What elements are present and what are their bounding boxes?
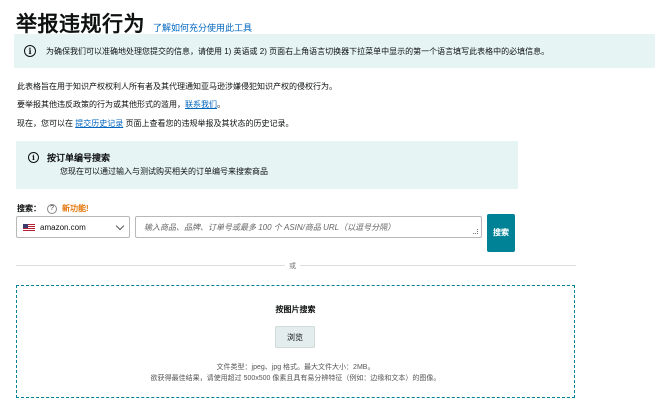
order-search-title: 按订单编号搜索 xyxy=(47,153,111,163)
order-search-box: i 按订单编号搜索 您现在可以通过输入与测试购买相关的订单编号来搜索商品 xyxy=(16,141,518,189)
submission-history-link[interactable]: 提交历史记录 xyxy=(75,119,123,128)
help-link[interactable]: 了解如何充分使用此工具 xyxy=(153,21,252,34)
search-label: 搜索： xyxy=(17,204,41,213)
intro-line-3-suffix: 页面上查看您的违规举报及其状态的历史记录。 xyxy=(123,119,294,128)
image-search-title: 按图片搜索 xyxy=(275,305,316,314)
resize-handle-icon[interactable] xyxy=(473,229,478,234)
new-feature-badge: 新功能! xyxy=(62,204,89,213)
help-icon[interactable]: ? xyxy=(47,203,57,214)
intro-line-2: 要举报其他违反政策的行为或其他形式的滥用，联系我们。 xyxy=(17,99,225,110)
intro-line-3-prefix: 现在，您可以在 xyxy=(17,119,76,128)
marketplace-select[interactable]: amazon.com xyxy=(16,216,130,238)
banner-text: 为确保我们可以准确地处理您提交的信息，请使用 1) 英语或 2) 页面右上角语言… xyxy=(46,46,550,56)
intro-line-3: 现在，您可以在 提交历史记录 页面上查看您的违规举报及其状态的历史记录。 xyxy=(17,118,293,129)
us-flag-icon xyxy=(23,223,35,231)
search-placeholder: 输入商品、品牌、订单号或最多 100 个 ASIN/商品 URL（以逗号分隔） xyxy=(144,222,396,232)
intro-line-2-prefix: 要举报其他违反政策的行为或其他形式的滥用， xyxy=(17,100,185,109)
file-type-note: 文件类型：jpeg、jpg 格式。最大文件大小：2MB。 xyxy=(216,364,375,371)
image-upload-dropzone[interactable]: 按图片搜索 浏览 文件类型：jpeg、jpg 格式。最大文件大小：2MB。 欲获… xyxy=(16,285,575,398)
search-input[interactable]: 输入商品、品牌、订单号或最多 100 个 ASIN/商品 URL（以逗号分隔） xyxy=(135,216,482,238)
intro-line-1: 此表格旨在用于知识产权权利人所有者及其代理通知亚马逊涉嫌侵犯知识产权的侵权行为。 xyxy=(17,82,337,91)
search-button[interactable]: 搜索 xyxy=(487,214,515,252)
search-label-row: 搜索： ? 新功能! xyxy=(17,203,89,214)
info-icon: i xyxy=(28,152,39,163)
image-size-note: 欲获得最佳结果，请使用超过 500x500 像素且具有易分辨特征（例如：边缘和文… xyxy=(150,375,441,382)
order-search-subtitle: 您现在可以通过输入与测试购买相关的订单编号来搜索商品 xyxy=(60,167,268,176)
language-info-banner: i 为确保我们可以准确地处理您提交的信息，请使用 1) 英语或 2) 页面右上角… xyxy=(14,34,655,68)
info-icon: i xyxy=(24,45,36,57)
contact-us-link[interactable]: 联系我们 xyxy=(185,100,217,109)
chevron-down-icon xyxy=(115,221,125,231)
or-label: 或 xyxy=(285,261,300,271)
browse-button[interactable]: 浏览 xyxy=(275,326,315,348)
marketplace-value: amazon.com xyxy=(40,222,86,232)
intro-line-2-suffix: 。 xyxy=(217,100,225,109)
